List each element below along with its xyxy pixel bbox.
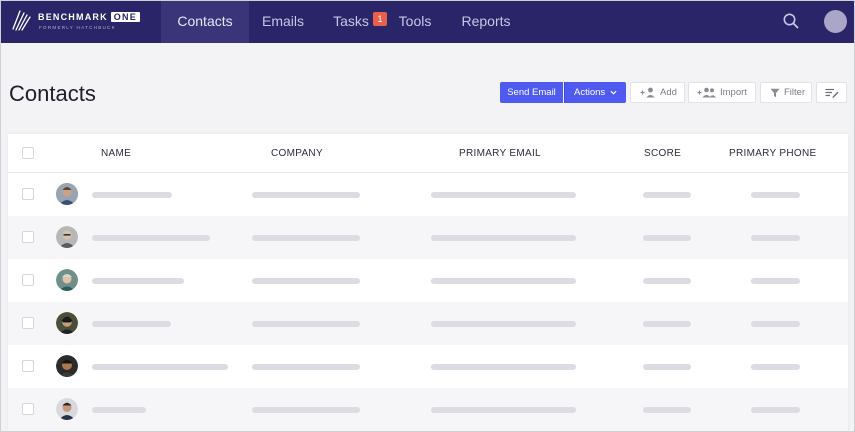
table-header: NAME COMPANY PRIMARY EMAIL SCORE PRIMARY… xyxy=(8,134,848,173)
score-placeholder xyxy=(643,321,691,327)
page-title: Contacts xyxy=(9,81,96,106)
table-row[interactable] xyxy=(8,216,848,259)
column-header-score[interactable]: SCORE xyxy=(644,134,681,172)
actions-label: Actions xyxy=(574,87,606,98)
column-header-name[interactable]: NAME xyxy=(101,134,131,172)
contact-avatar[interactable] xyxy=(56,226,78,248)
table-row[interactable] xyxy=(8,388,848,431)
nav-contacts[interactable]: Contacts xyxy=(161,0,249,43)
email-placeholder xyxy=(431,364,576,370)
nav-tasks[interactable]: Tasks xyxy=(326,0,376,43)
actions-dropdown-button[interactable]: Actions xyxy=(564,82,626,103)
company-placeholder xyxy=(252,364,360,370)
table-row[interactable] xyxy=(8,173,848,216)
phone-placeholder xyxy=(751,321,800,327)
import-people-icon xyxy=(697,87,716,98)
phone-placeholder xyxy=(751,192,800,198)
logo-subtitle: FORMERLY HATCHBUCK xyxy=(39,25,116,30)
name-placeholder xyxy=(92,407,146,413)
top-navigation-bar: BENCHMARK ONE FORMERLY HATCHBUCK Contact… xyxy=(0,0,855,43)
name-placeholder xyxy=(92,321,171,327)
logo-word-one: ONE xyxy=(110,12,140,22)
row-checkbox[interactable] xyxy=(22,188,34,200)
email-placeholder xyxy=(431,278,576,284)
row-checkbox[interactable] xyxy=(22,274,34,286)
column-header-primary-email[interactable]: PRIMARY EMAIL xyxy=(459,134,541,172)
name-placeholder xyxy=(92,364,228,370)
column-header-primary-phone[interactable]: PRIMARY PHONE xyxy=(729,134,816,172)
nav-reports[interactable]: Reports xyxy=(456,0,516,43)
import-button[interactable]: Import xyxy=(688,82,756,103)
company-placeholder xyxy=(252,278,360,284)
phone-placeholder xyxy=(751,278,800,284)
email-placeholder xyxy=(431,235,576,241)
add-button[interactable]: Add xyxy=(630,82,685,103)
contact-avatar[interactable] xyxy=(56,398,78,420)
email-placeholder xyxy=(431,192,576,198)
phone-placeholder xyxy=(751,235,800,241)
add-person-icon xyxy=(640,87,655,98)
row-checkbox[interactable] xyxy=(22,231,34,243)
phone-placeholder xyxy=(751,364,800,370)
contact-avatar[interactable] xyxy=(56,269,78,291)
name-placeholder xyxy=(92,235,210,241)
company-placeholder xyxy=(252,235,360,241)
logo-mark-icon xyxy=(12,10,31,31)
chevron-down-icon xyxy=(610,90,617,95)
add-label: Add xyxy=(660,87,677,98)
nav-emails[interactable]: Emails xyxy=(252,0,314,43)
table-row[interactable] xyxy=(8,345,848,388)
logo-wordmark: BENCHMARK ONE xyxy=(38,12,140,22)
score-placeholder xyxy=(643,364,691,370)
select-all-checkbox[interactable] xyxy=(22,147,34,159)
logo-word-benchmark: BENCHMARK xyxy=(38,12,108,22)
benchmark-one-logo[interactable]: BENCHMARK ONE FORMERLY HATCHBUCK xyxy=(12,8,140,36)
name-placeholder xyxy=(92,278,184,284)
company-placeholder xyxy=(252,407,360,413)
table-row[interactable] xyxy=(8,259,848,302)
edit-columns-button[interactable] xyxy=(816,82,847,103)
email-placeholder xyxy=(431,407,576,413)
search-icon[interactable] xyxy=(782,12,800,30)
filter-label: Filter xyxy=(784,87,806,98)
score-placeholder xyxy=(643,235,691,241)
filter-button[interactable]: Filter xyxy=(760,82,812,103)
tasks-count-badge: 1 xyxy=(373,12,387,26)
email-placeholder xyxy=(431,321,576,327)
row-checkbox[interactable] xyxy=(22,403,34,415)
column-header-company[interactable]: COMPANY xyxy=(271,134,323,172)
filter-icon xyxy=(770,88,780,98)
contact-avatar[interactable] xyxy=(56,183,78,205)
score-placeholder xyxy=(643,192,691,198)
score-placeholder xyxy=(643,278,691,284)
nav-tools[interactable]: Tools xyxy=(392,0,438,43)
columns-edit-icon xyxy=(825,88,839,98)
contact-avatar[interactable] xyxy=(56,312,78,334)
row-checkbox[interactable] xyxy=(22,360,34,372)
contacts-table: NAME COMPANY PRIMARY EMAIL SCORE PRIMARY… xyxy=(8,134,848,432)
contact-avatar[interactable] xyxy=(56,355,78,377)
name-placeholder xyxy=(92,192,172,198)
company-placeholder xyxy=(252,321,360,327)
import-label: Import xyxy=(720,87,747,98)
send-email-button[interactable]: Send Email xyxy=(500,82,563,103)
table-row[interactable] xyxy=(8,302,848,345)
phone-placeholder xyxy=(751,407,800,413)
score-placeholder xyxy=(643,407,691,413)
user-avatar[interactable] xyxy=(824,10,847,33)
company-placeholder xyxy=(252,192,360,198)
row-checkbox[interactable] xyxy=(22,317,34,329)
